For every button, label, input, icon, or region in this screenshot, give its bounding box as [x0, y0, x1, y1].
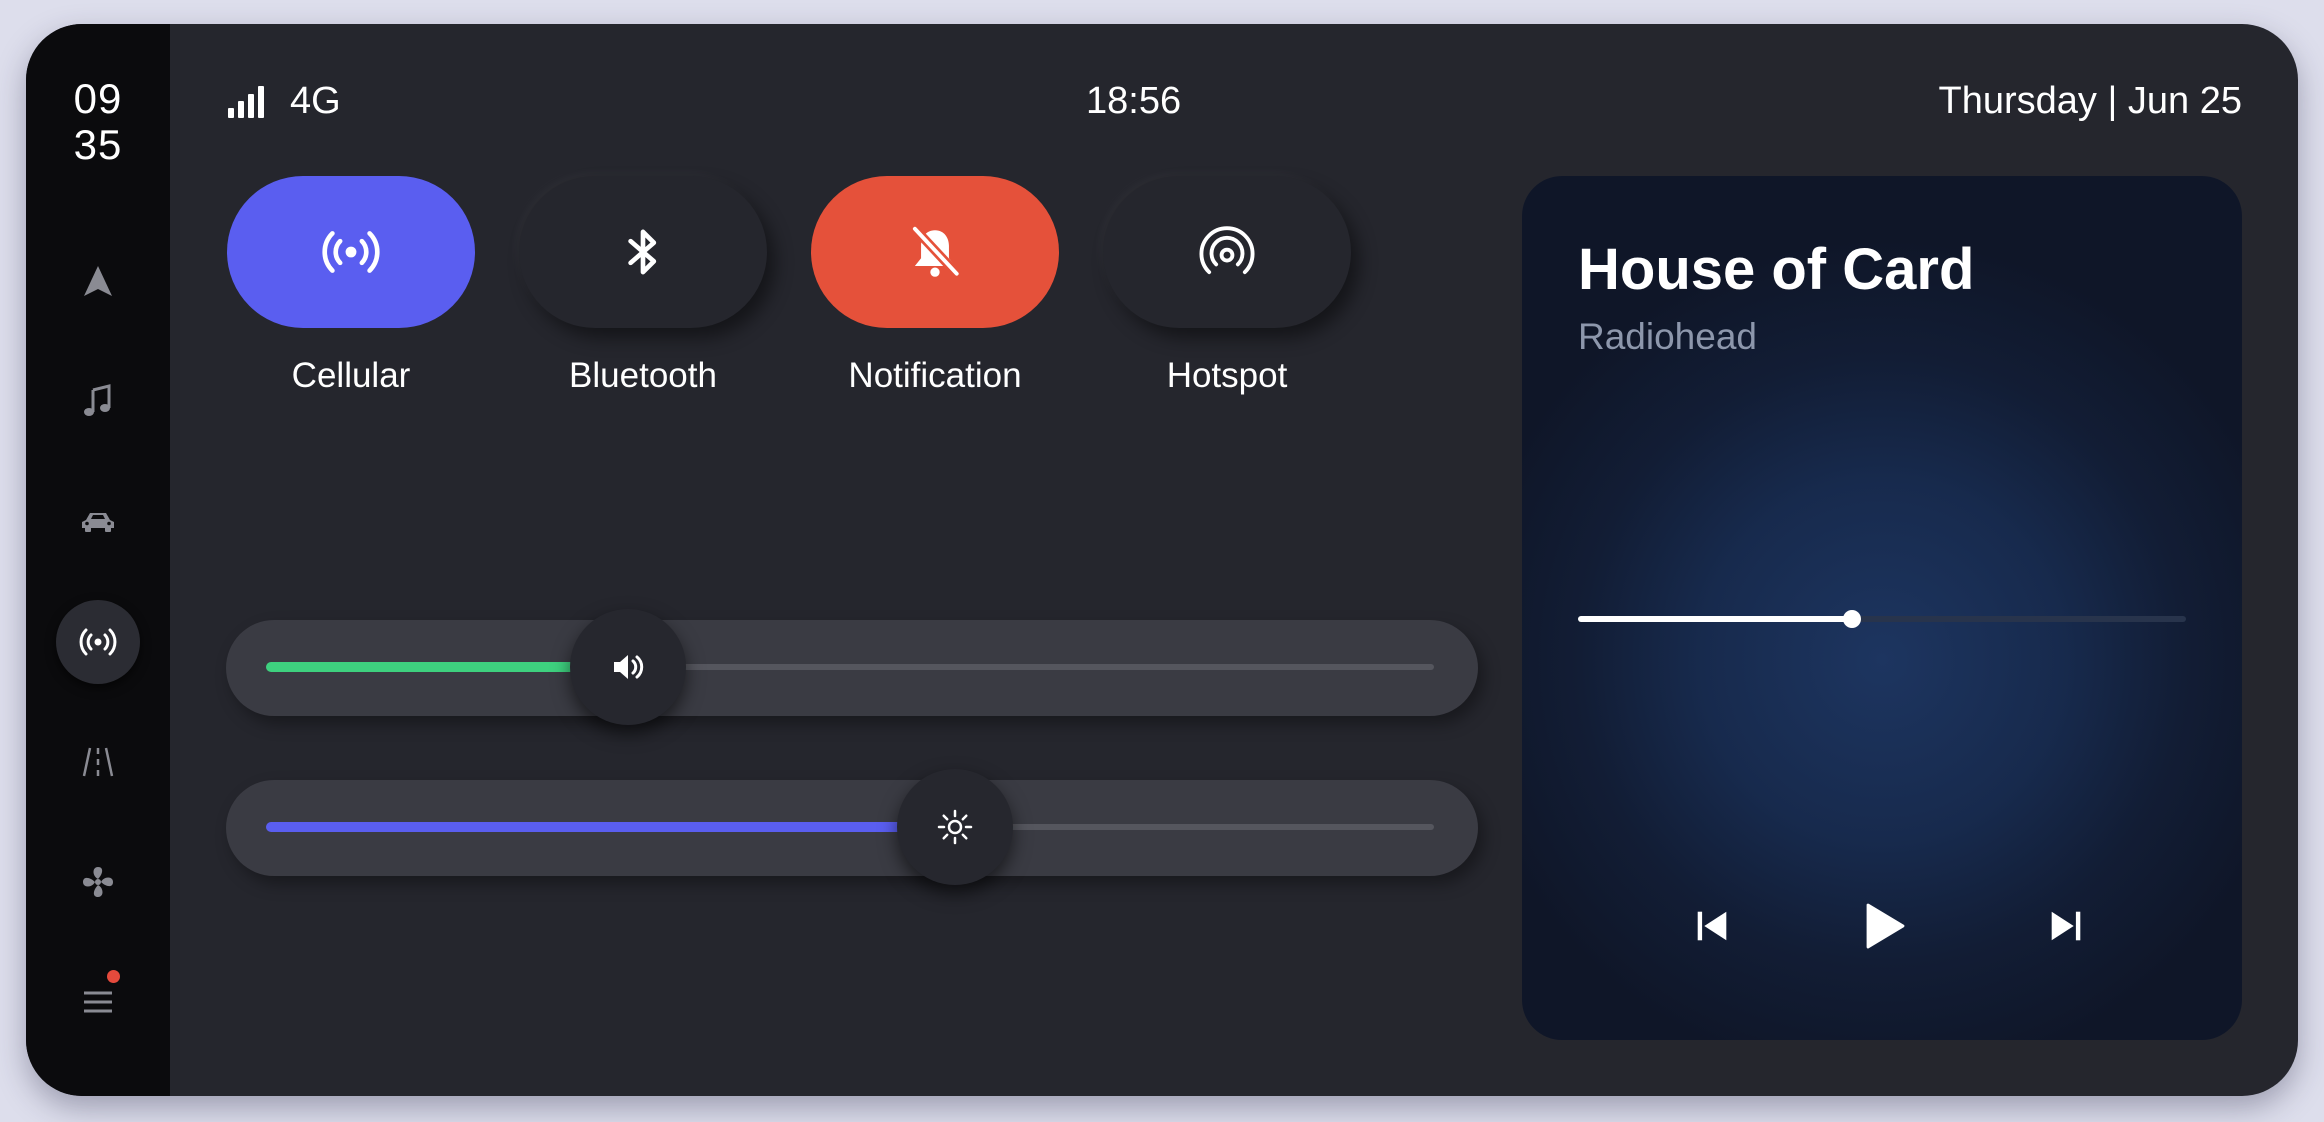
notification-label: Notification — [848, 356, 1022, 395]
music-icon — [84, 384, 111, 416]
sidebar-item-menu[interactable] — [56, 960, 140, 1044]
sidebar-clock: 09 35 — [26, 76, 170, 168]
connectivity-icon — [79, 628, 117, 656]
road-icon — [82, 747, 114, 777]
sidebar-item-road[interactable] — [56, 720, 140, 804]
volume-rail — [266, 609, 1434, 725]
brightness-icon — [937, 809, 973, 845]
skip-next-icon — [2051, 911, 2081, 941]
cellular-button[interactable] — [227, 176, 475, 328]
volume-slider[interactable] — [226, 609, 1478, 725]
media-player: House of Card Radiohead — [1522, 176, 2242, 1040]
network-status: 4G — [226, 80, 341, 123]
bell-off-icon — [911, 225, 961, 277]
progress-fill — [1578, 616, 1852, 622]
bluetooth-label: Bluetooth — [569, 356, 717, 395]
skip-previous-icon — [1697, 911, 1727, 941]
bluetooth-icon — [628, 229, 657, 275]
track-title: House of Card — [1578, 237, 1975, 302]
clock-hour: 09 — [73, 75, 123, 122]
next-button[interactable] — [2034, 894, 2098, 958]
brightness-knob[interactable] — [897, 769, 1014, 885]
progress-thumb[interactable] — [1842, 610, 1861, 628]
previous-button[interactable] — [1680, 894, 1744, 958]
hotspot-icon — [1199, 226, 1255, 275]
cellular-label: Cellular — [291, 356, 411, 395]
playback-progress[interactable] — [1578, 610, 2186, 628]
toggle-notification: Notification — [810, 176, 1060, 396]
car-icon — [82, 513, 114, 532]
brightness-slider[interactable] — [226, 769, 1478, 885]
toggle-hotspot: Hotspot — [1102, 176, 1352, 396]
sidebar-item-music[interactable] — [56, 360, 140, 444]
bluetooth-button[interactable] — [519, 176, 767, 328]
volume-knob[interactable] — [570, 609, 687, 725]
toggle-cellular: Cellular — [226, 176, 476, 396]
infotainment-screen: 09 35 4G 18:56 Thursday | Jun 25 Cellula… — [26, 24, 2298, 1096]
hotspot-button[interactable] — [1103, 176, 1351, 328]
menu-icon — [84, 991, 112, 1013]
brightness-fill — [266, 822, 956, 832]
notification-button[interactable] — [811, 176, 1059, 328]
status-date: Thursday | Jun 25 — [1938, 80, 2242, 122]
sidebar-item-navigation[interactable] — [56, 240, 140, 324]
status-time: 18:56 — [1086, 80, 1182, 122]
signal-icon — [228, 85, 264, 118]
sidebar: 09 35 — [26, 24, 170, 1096]
play-button[interactable] — [1850, 894, 1914, 958]
play-icon — [1866, 903, 1905, 949]
sidebar-item-car[interactable] — [56, 480, 140, 564]
clock-minute: 35 — [73, 121, 123, 168]
toggle-bluetooth: Bluetooth — [518, 176, 768, 396]
network-type: 4G — [290, 80, 341, 122]
navigation-icon — [84, 266, 112, 296]
sidebar-item-climate[interactable] — [56, 840, 140, 924]
fan-icon — [83, 867, 113, 897]
hotspot-label: Hotspot — [1166, 356, 1288, 395]
notification-badge — [107, 970, 120, 983]
track-artist: Radiohead — [1578, 316, 1757, 357]
sidebar-item-connectivity[interactable] — [56, 600, 140, 684]
cellular-icon — [322, 231, 380, 273]
brightness-rail — [266, 769, 1434, 885]
volume-icon — [614, 655, 644, 679]
